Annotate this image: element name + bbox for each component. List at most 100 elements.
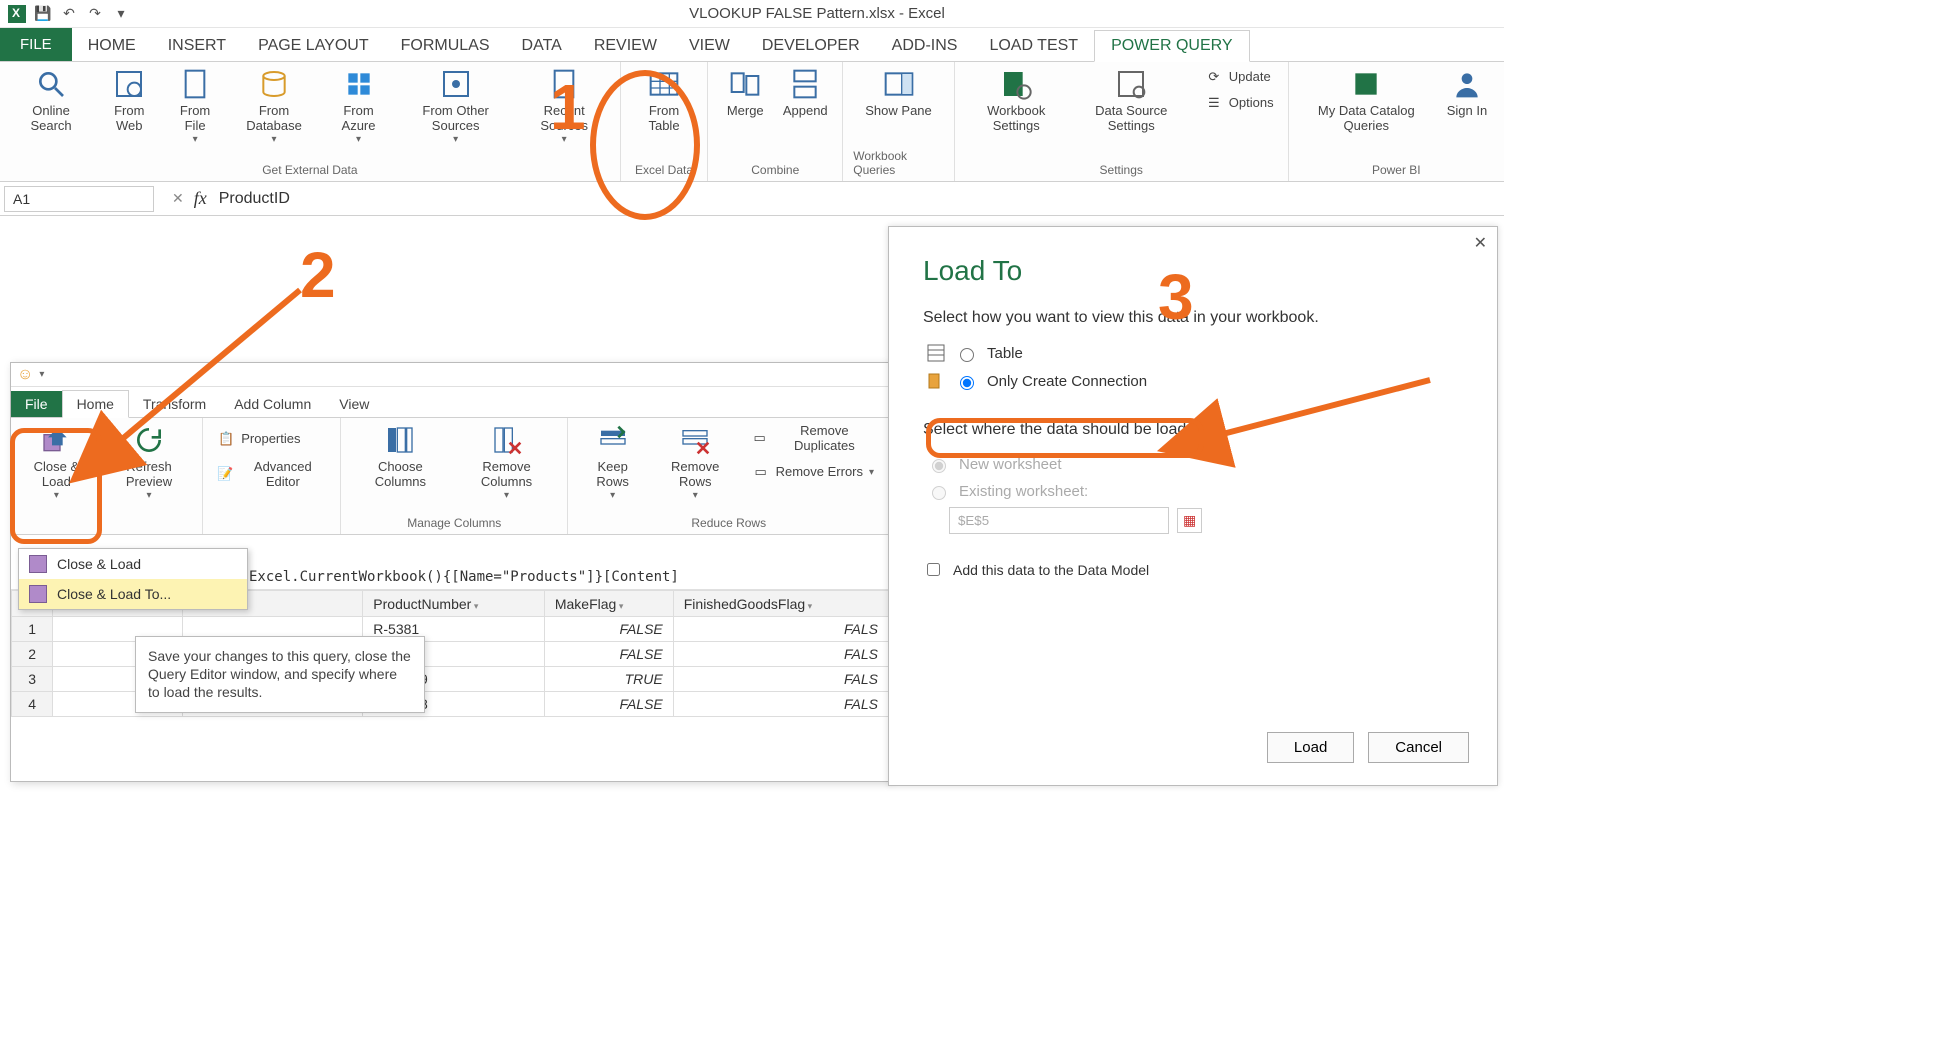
- from-other-sources-button[interactable]: From Other Sources: [399, 66, 513, 147]
- remove-columns-button[interactable]: Remove Columns: [456, 422, 558, 503]
- properties-button[interactable]: 📋Properties: [213, 428, 330, 450]
- load-button[interactable]: Load: [1267, 732, 1354, 763]
- col-finishedgoodsflag[interactable]: FinishedGoodsFlag: [673, 591, 888, 617]
- tab-file[interactable]: FILE: [0, 28, 72, 61]
- update-button[interactable]: ⟳Update: [1201, 66, 1278, 88]
- close-load-dropdown: Close & Load Close & Load To...: [18, 548, 248, 610]
- pq-group-manage-columns: Choose Columns Remove Columns Manage Col…: [341, 418, 568, 534]
- web-icon: [113, 68, 145, 100]
- search-icon: [35, 68, 67, 100]
- cancel-formula-icon[interactable]: ✕: [172, 190, 184, 207]
- tab-power-query[interactable]: POWER QUERY: [1094, 30, 1250, 62]
- from-web-button[interactable]: From Web: [98, 66, 160, 136]
- tab-data[interactable]: DATA: [506, 31, 578, 61]
- remove-duplicates-button[interactable]: ▭Remove Duplicates: [748, 422, 879, 456]
- keep-rows-button[interactable]: Keep Rows: [578, 422, 646, 503]
- menu-close-and-load-to[interactable]: Close & Load To...: [19, 579, 247, 609]
- ribbon-tabs: FILE HOME INSERT PAGE LAYOUT FORMULAS DA…: [0, 28, 1504, 62]
- database-icon: [258, 68, 290, 100]
- range-picker-icon: ▦: [1177, 508, 1202, 533]
- group-workbook-queries: Show Pane Workbook Queries: [843, 62, 955, 181]
- tab-review[interactable]: REVIEW: [578, 31, 673, 61]
- from-azure-button[interactable]: From Azure: [324, 66, 392, 147]
- azure-icon: [343, 68, 375, 100]
- redo-icon[interactable]: ↷: [86, 5, 104, 23]
- remove-rows-button[interactable]: Remove Rows: [653, 422, 738, 503]
- quick-access-toolbar: 💾 ↶ ↷ ▾ VLOOKUP FALSE Pattern.xlsx - Exc…: [0, 0, 1504, 28]
- pq-formula[interactable]: Excel.CurrentWorkbook(){[Name="Products"…: [249, 569, 679, 585]
- tab-load-test[interactable]: LOAD TEST: [973, 31, 1094, 61]
- undo-icon[interactable]: ↶: [60, 5, 78, 23]
- refresh-preview-button[interactable]: Refresh Preview: [102, 422, 196, 503]
- tab-page-layout[interactable]: PAGE LAYOUT: [242, 31, 385, 61]
- pq-tab-file[interactable]: File: [11, 391, 62, 417]
- group-label: Settings: [1100, 161, 1143, 181]
- formula-value[interactable]: ProductID: [207, 186, 302, 212]
- radio-only-connection[interactable]: [960, 376, 974, 390]
- advanced-editor-button[interactable]: 📝Advanced Editor: [213, 458, 330, 492]
- online-search-button[interactable]: Online Search: [10, 66, 92, 136]
- remove-errors-button[interactable]: ▭Remove Errors: [748, 462, 879, 484]
- group-get-external-data: Online Search From Web From File From Da…: [0, 62, 621, 181]
- save-icon[interactable]: 💾: [34, 5, 52, 23]
- append-button[interactable]: Append: [778, 66, 832, 121]
- option-only-connection[interactable]: Only Create Connection: [923, 369, 1463, 393]
- refresh-icon: [133, 424, 165, 456]
- checkbox-data-model[interactable]: [927, 563, 940, 576]
- fx-icon[interactable]: fx: [194, 188, 207, 209]
- pane-icon: [883, 68, 915, 100]
- options-button[interactable]: ☰Options: [1201, 92, 1278, 114]
- tab-home[interactable]: HOME: [72, 31, 152, 61]
- annotation-circle-1: [590, 70, 700, 220]
- from-database-button[interactable]: From Database: [230, 66, 319, 147]
- workbook-settings-button[interactable]: Workbook Settings: [965, 66, 1068, 136]
- col-makeflag[interactable]: MakeFlag: [544, 591, 673, 617]
- choose-columns-button[interactable]: Choose Columns: [351, 422, 450, 492]
- radio-table[interactable]: [960, 348, 974, 362]
- radio-existing-worksheet: [932, 486, 946, 500]
- show-pane-button[interactable]: Show Pane: [861, 66, 936, 121]
- group-label: Workbook Queries: [853, 147, 944, 181]
- formula-bar: A1 ✕ fx ProductID: [0, 182, 1504, 216]
- sign-in-button[interactable]: Sign In: [1440, 66, 1494, 121]
- catalog-icon: [1350, 68, 1382, 100]
- col-productnumber[interactable]: ProductNumber: [363, 591, 545, 617]
- pq-tab-transform[interactable]: Transform: [129, 391, 220, 417]
- remove-columns-icon: [491, 424, 523, 456]
- pq-tab-home[interactable]: Home: [62, 390, 129, 418]
- cell-reference-input: [949, 507, 1169, 534]
- options-icon: ☰: [1205, 94, 1223, 112]
- pq-tab-add-column[interactable]: Add Column: [220, 391, 325, 417]
- tab-insert[interactable]: INSERT: [152, 31, 242, 61]
- option-table[interactable]: Table: [923, 341, 1463, 365]
- my-data-catalog-button[interactable]: My Data Catalog Queries: [1299, 66, 1434, 136]
- name-box[interactable]: A1: [4, 186, 154, 212]
- pq-tab-view[interactable]: View: [325, 391, 383, 417]
- annotation-2: 2: [300, 238, 336, 312]
- close-icon[interactable]: ✕: [1474, 233, 1487, 253]
- qat-more-icon[interactable]: ▾: [112, 5, 130, 23]
- data-source-settings-button[interactable]: Data Source Settings: [1074, 66, 1189, 136]
- tab-developer[interactable]: DEVELOPER: [746, 31, 876, 61]
- from-file-button[interactable]: From File: [166, 66, 223, 147]
- user-icon: [1451, 68, 1483, 100]
- window-title: VLOOKUP FALSE Pattern.xlsx - Excel: [138, 5, 1496, 22]
- table-option-icon: [927, 344, 945, 362]
- tab-formulas[interactable]: FORMULAS: [385, 31, 506, 61]
- cancel-button[interactable]: Cancel: [1368, 732, 1469, 763]
- group-combine: Merge Append Combine: [708, 62, 843, 181]
- feedback-icon[interactable]: ☺: [17, 366, 33, 384]
- append-icon: [789, 68, 821, 100]
- remove-duplicates-icon: ▭: [752, 430, 768, 448]
- file-icon: [179, 68, 211, 100]
- merge-icon: [729, 68, 761, 100]
- tab-view[interactable]: VIEW: [673, 31, 746, 61]
- option-existing-worksheet: Existing worksheet:: [923, 480, 1463, 503]
- other-sources-icon: [440, 68, 472, 100]
- add-to-data-model[interactable]: Add this data to the Data Model: [923, 560, 1463, 579]
- tab-addins[interactable]: ADD-INS: [876, 31, 974, 61]
- merge-button[interactable]: Merge: [718, 66, 772, 121]
- group-settings: Workbook Settings Data Source Settings ⟳…: [955, 62, 1289, 181]
- pq-qat-more-icon[interactable]: ▾: [39, 369, 44, 380]
- menu-close-and-load[interactable]: Close & Load: [19, 549, 247, 579]
